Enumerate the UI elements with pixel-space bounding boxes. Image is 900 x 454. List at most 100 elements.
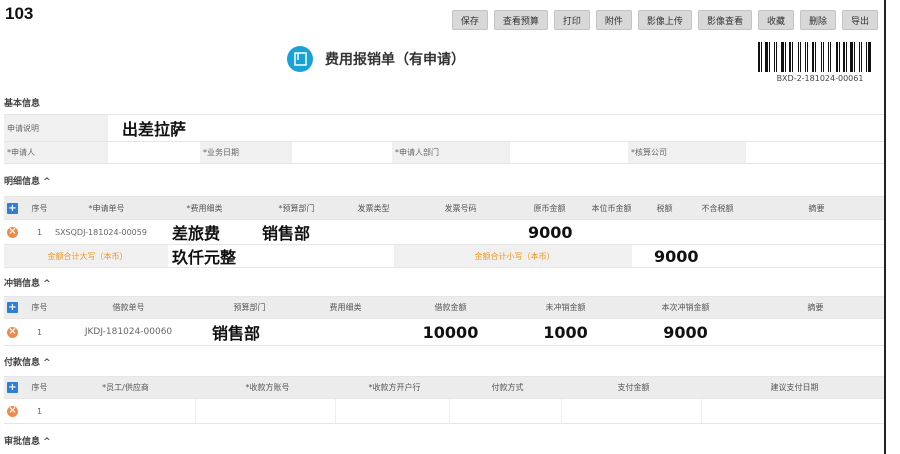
tax-field[interactable] <box>640 220 686 244</box>
loan-amount-field[interactable]: 10000 <box>394 319 504 345</box>
offset-header: 序号 <box>24 297 52 318</box>
remove-row-icon[interactable]: × <box>7 326 18 338</box>
print-button[interactable]: 打印 <box>553 10 590 30</box>
offset-summary-field[interactable] <box>744 319 884 345</box>
section-offset-info[interactable]: 冲销信息 ^ <box>4 276 51 289</box>
chevron-up-icon[interactable]: ^ <box>40 358 51 368</box>
form-header: 费用报销单（有申请） <box>287 46 465 72</box>
image-upload-button[interactable]: 影像上传 <box>637 10 692 30</box>
image-view-button[interactable]: 影像查看 <box>697 10 752 30</box>
summary-field[interactable] <box>746 220 884 244</box>
barcode-bar <box>807 42 808 72</box>
detail-header: 序号 <box>24 197 52 219</box>
view-budget-button[interactable]: 查看预算 <box>493 10 548 30</box>
delete-button[interactable]: 删除 <box>799 10 836 30</box>
detail-header: 原币金额 <box>516 197 580 219</box>
detail-header: 发票号码 <box>402 197 516 219</box>
document-icon <box>287 46 313 72</box>
barcode-bar <box>763 42 764 72</box>
detail-row-index: 1 <box>36 227 43 237</box>
detail-header: 发票类型 <box>342 197 402 219</box>
business-date-field[interactable] <box>292 142 392 163</box>
budget-dept-field[interactable]: 销售部 <box>248 220 342 244</box>
barcode-bar <box>785 42 786 72</box>
offset-header: 未冲销金额 <box>504 297 624 318</box>
chevron-up-icon[interactable]: ^ <box>40 437 51 447</box>
apply-no-field[interactable]: SXSQDJ-181024-00059 <box>52 220 158 244</box>
business-date-label: *业务日期 <box>200 142 292 163</box>
payee-account-field[interactable] <box>196 399 336 423</box>
applicant-field[interactable] <box>108 142 200 163</box>
add-row-icon[interactable]: + <box>7 302 18 313</box>
barcode-text: BXD-2-181024-00061 <box>776 74 864 83</box>
invoice-type-field[interactable] <box>342 220 402 244</box>
add-row-icon[interactable]: + <box>7 202 18 214</box>
barcode-bar <box>809 42 811 72</box>
favorite-button[interactable]: 收藏 <box>757 10 794 30</box>
total-lower-value: 9000 <box>654 246 699 266</box>
save-button[interactable]: 保存 <box>451 10 488 30</box>
offset-amount-field[interactable]: 9000 <box>624 319 744 345</box>
barcode-bar <box>868 42 871 72</box>
offset-header: 摘要 <box>744 297 884 318</box>
chevron-up-icon[interactable]: ^ <box>40 177 51 187</box>
company-field[interactable] <box>746 142 884 163</box>
barcode-bar <box>802 42 804 72</box>
offset-header: 本次冲销金额 <box>624 297 744 318</box>
export-button[interactable]: 导出 <box>841 10 878 30</box>
barcode-bar <box>776 42 777 72</box>
loan-no-field[interactable]: JKDJ-181024-00060 <box>52 319 202 345</box>
payment-header-row: + 序号 *员工/供应商 *收款方账号 *收款方开户行 付款方式 支付金额 建议… <box>4 376 884 398</box>
payment-amount-field[interactable] <box>562 399 702 423</box>
barcode-bar <box>789 42 791 72</box>
barcode-bar <box>830 42 831 72</box>
row-description: 申请说明 出差拉萨 <box>4 114 884 141</box>
local-amount-field[interactable] <box>580 220 640 244</box>
table-row: × 1 <box>4 398 884 424</box>
barcode-bar <box>781 42 784 72</box>
detail-header: 摘要 <box>746 197 884 219</box>
excl-tax-field[interactable] <box>686 220 746 244</box>
barcode-bar <box>856 42 858 72</box>
expense-type-field[interactable]: 差旅费 <box>158 220 248 244</box>
chevron-up-icon[interactable]: ^ <box>40 279 51 289</box>
section-approval-info[interactable]: 审批信息 ^ <box>4 434 51 447</box>
payment-method-field[interactable] <box>450 399 562 423</box>
description-label: 申请说明 <box>4 115 108 141</box>
barcode-bar <box>821 42 822 72</box>
section-detail-info[interactable]: 明细信息 ^ <box>4 174 51 187</box>
attachment-button[interactable]: 附件 <box>595 10 632 30</box>
remove-row-icon[interactable]: × <box>7 405 18 417</box>
payee-bank-field[interactable] <box>336 399 450 423</box>
table-row: × 1 JKDJ-181024-00060 销售部 10000 1000 900… <box>4 318 884 346</box>
description-field[interactable]: 出差拉萨 <box>108 115 884 141</box>
barcode-bar <box>832 42 835 72</box>
unoffset-amount-field[interactable]: 1000 <box>504 319 624 345</box>
amount-field[interactable]: 9000 <box>516 220 580 244</box>
payment-header: 建议支付日期 <box>702 377 884 398</box>
add-row-icon[interactable]: + <box>7 382 18 393</box>
detail-header: 不含税额 <box>686 197 746 219</box>
total-upper-value: 玖仟元整 <box>172 248 237 267</box>
payment-header: *员工/供应商 <box>52 377 196 398</box>
payee-field[interactable] <box>52 399 196 423</box>
section-payment-info[interactable]: 付款信息 ^ <box>4 355 51 368</box>
remove-row-icon[interactable]: × <box>7 226 18 238</box>
form-title: 费用报销单（有申请） <box>325 52 465 68</box>
barcode-bar <box>823 42 824 72</box>
barcode-bar <box>825 42 827 72</box>
barcode-bar <box>846 42 847 72</box>
suggested-date-field[interactable] <box>702 399 884 423</box>
section-payment-title: 付款信息 <box>4 358 41 368</box>
detail-header: 税额 <box>640 197 686 219</box>
barcode-bar <box>863 42 865 72</box>
offset-expense-type-field[interactable] <box>294 319 394 345</box>
barcode-bar <box>800 42 801 72</box>
section-basic-info: 基本信息 <box>4 99 41 109</box>
barcode-bar <box>778 42 780 72</box>
invoice-no-field[interactable] <box>402 220 516 244</box>
dept-field[interactable] <box>510 142 628 163</box>
total-upper-label: 金额合计大写（本币） <box>4 245 168 267</box>
barcode-bar <box>839 42 840 72</box>
offset-budget-dept-field[interactable]: 销售部 <box>202 319 294 345</box>
